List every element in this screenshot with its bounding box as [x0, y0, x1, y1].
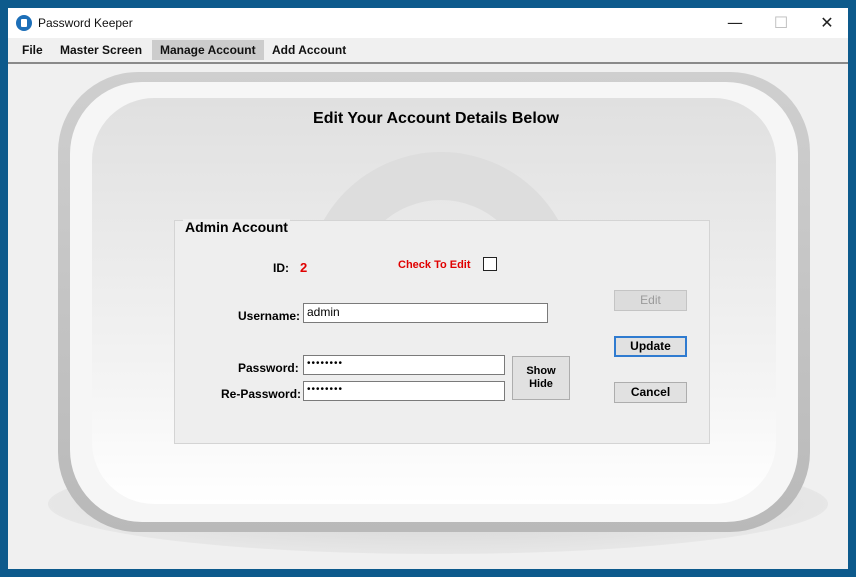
cancel-button[interactable]: Cancel [614, 382, 687, 403]
client-area: Edit Your Account Details Below Admin Ac… [8, 62, 848, 569]
lock-app-icon [16, 15, 32, 31]
window-frame [8, 0, 856, 8]
check-to-edit-label: Check To Edit [398, 259, 471, 271]
app-window: Password Keeper — ☐ ✕ File Master Screen… [0, 0, 856, 577]
username-field[interactable]: admin [303, 303, 548, 323]
menu-add-account[interactable]: Add Account [264, 40, 354, 60]
update-button[interactable]: Update [614, 336, 687, 357]
admin-account-group: Admin Account ID: 2 Check To Edit Userna… [174, 219, 710, 444]
menu-bar: File Master Screen Manage Account Add Ac… [8, 38, 848, 62]
check-to-edit-checkbox[interactable] [483, 257, 497, 271]
repassword-field[interactable]: •••••••• [303, 381, 505, 401]
group-title: Admin Account [183, 219, 290, 235]
id-value: 2 [300, 260, 308, 275]
show-hide-button[interactable]: Show Hide [512, 356, 570, 400]
password-label: Password: [238, 361, 299, 375]
repassword-label: Re-Password: [221, 387, 302, 401]
username-label: Username: [238, 309, 301, 323]
menu-file[interactable]: File [14, 40, 51, 60]
minimize-button[interactable]: — [712, 8, 758, 38]
show-hide-label-line2: Hide [529, 378, 553, 390]
maximize-button[interactable]: ☐ [758, 8, 804, 38]
window-title: Password Keeper [38, 16, 133, 30]
id-label: ID: [273, 261, 289, 275]
edit-button[interactable]: Edit [614, 290, 687, 311]
title-bar[interactable]: Password Keeper — ☐ ✕ [8, 8, 848, 38]
menu-manage-account[interactable]: Manage Account [152, 40, 264, 60]
menu-master-screen[interactable]: Master Screen [52, 40, 150, 60]
password-field[interactable]: •••••••• [303, 355, 505, 375]
close-button[interactable]: ✕ [804, 8, 850, 38]
page-heading: Edit Your Account Details Below [313, 110, 559, 127]
show-hide-label-line1: Show [526, 365, 556, 377]
